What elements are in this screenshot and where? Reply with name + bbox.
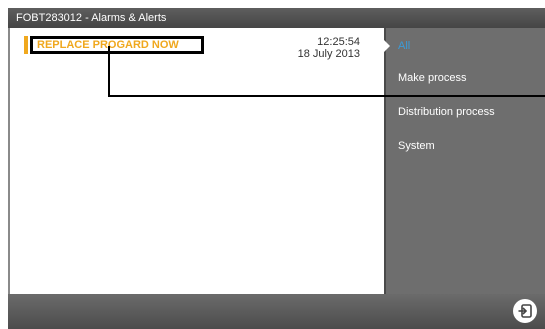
alarm-date: 18 July 2013 bbox=[297, 48, 360, 60]
window-title: FOBT283012 - Alarms & Alerts bbox=[8, 8, 545, 28]
alarm-list: REPLACE PROGARD NOW 12:25:54 18 July 201… bbox=[10, 28, 384, 294]
callout-line bbox=[108, 46, 110, 97]
exit-icon bbox=[518, 304, 532, 318]
sidebar-item-all[interactable]: All bbox=[398, 40, 410, 52]
sidebar-item-distribution-process[interactable]: Distribution process bbox=[398, 106, 495, 118]
exit-button[interactable] bbox=[513, 299, 537, 323]
active-item-pointer-icon bbox=[384, 40, 390, 52]
sidebar-item-system[interactable]: System bbox=[398, 140, 435, 152]
alarm-timestamp: 12:25:54 18 July 2013 bbox=[298, 36, 360, 60]
alarm-severity-marker bbox=[24, 36, 28, 54]
alarm-time: 12:25:54 bbox=[317, 36, 360, 48]
footer-bar bbox=[8, 294, 545, 329]
alarm-row[interactable]: REPLACE PROGARD NOW 12:25:54 18 July 201… bbox=[24, 36, 360, 64]
alarms-window: FOBT283012 - Alarms & Alerts REPLACE PRO… bbox=[0, 0, 545, 329]
sidebar-item-make-process[interactable]: Make process bbox=[398, 72, 466, 84]
alarm-highlight-box: REPLACE PROGARD NOW bbox=[30, 36, 204, 54]
filter-sidebar: All Make process Distribution process Sy… bbox=[384, 28, 545, 294]
callout-line bbox=[108, 95, 545, 97]
